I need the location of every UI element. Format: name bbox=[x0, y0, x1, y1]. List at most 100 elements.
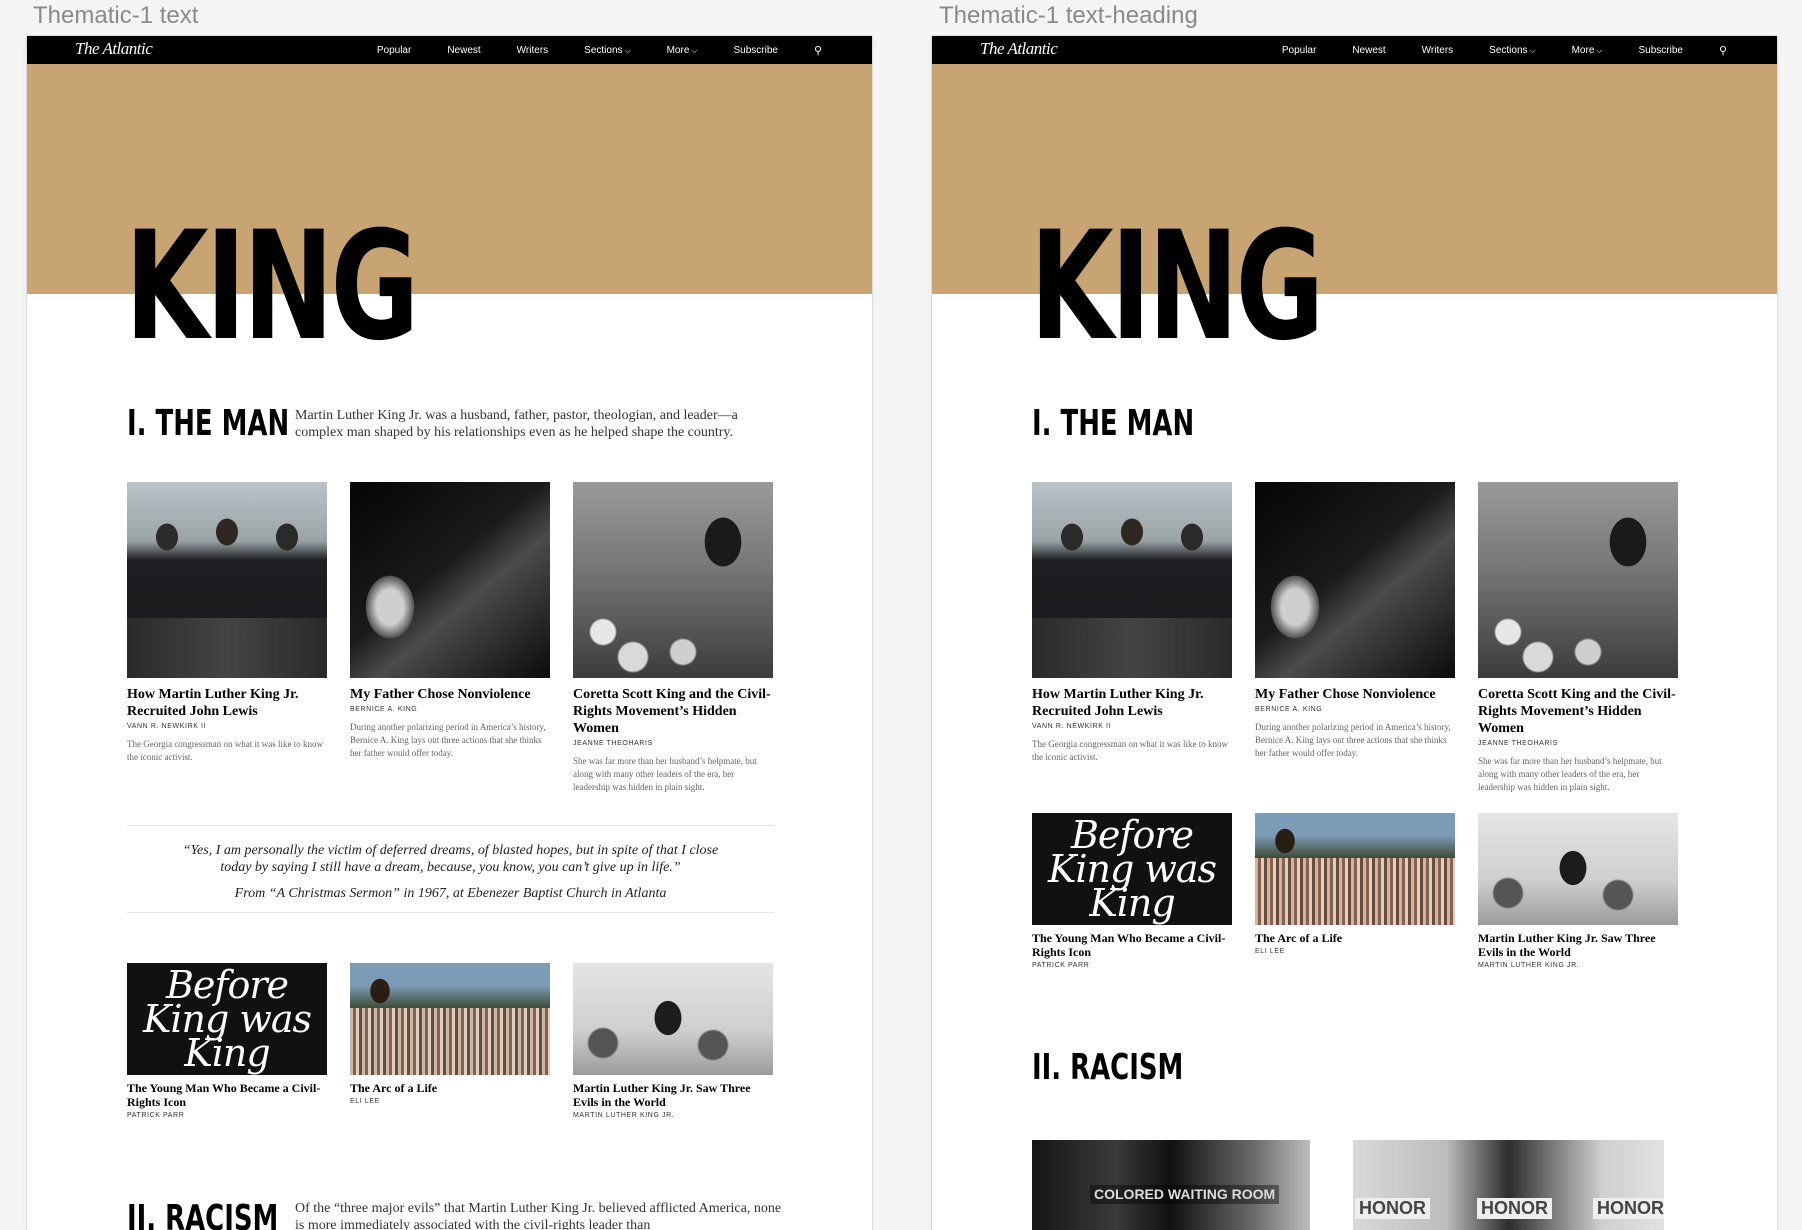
article-byline[interactable]: JEANNE THEOHARIS bbox=[573, 740, 773, 747]
search-icon[interactable]: ⚲ bbox=[814, 44, 822, 57]
nav-more[interactable]: More ⌵ bbox=[1572, 45, 1603, 56]
section-title-the-man: I. THE MAN bbox=[1032, 403, 1195, 444]
article-thumbnail[interactable] bbox=[1255, 813, 1455, 925]
article-title[interactable]: The Arc of a Life bbox=[350, 1081, 550, 1095]
article-title[interactable]: Martin Luther King Jr. Saw Three Evils i… bbox=[1478, 931, 1678, 959]
nav-links: Popular Newest Writers Sections ⌵ More ⌵ S… bbox=[1282, 36, 1727, 64]
article-thumbnail[interactable] bbox=[127, 482, 327, 678]
quote-text: “Yes, I am personally the victim of defe… bbox=[182, 843, 719, 875]
article-dek: She was far more than her husband’s help… bbox=[573, 756, 757, 792]
section-title-racism: II. RACISM bbox=[127, 1198, 279, 1230]
nav-subscribe[interactable]: Subscribe bbox=[1638, 45, 1682, 56]
frame-label: Thematic-1 text-heading bbox=[939, 2, 1198, 29]
article-dek: She was far more than her husband’s help… bbox=[1478, 756, 1662, 792]
top-nav: The Atlantic Popular Newest Writers Sect… bbox=[27, 36, 872, 64]
article-thumbnail[interactable] bbox=[350, 963, 550, 1075]
top-nav: The Atlantic Popular Newest Writers Sect… bbox=[932, 36, 1777, 64]
article-byline[interactable]: VANN R. NEWKIRK II bbox=[1032, 723, 1232, 730]
article-dek: During another polarizing period in Amer… bbox=[1255, 722, 1451, 758]
article-title[interactable]: The Arc of a Life bbox=[1255, 931, 1455, 945]
atlantic-logo[interactable]: The Atlantic bbox=[75, 39, 153, 59]
article-card[interactable]: Coretta Scott King and the Civil-Rights … bbox=[1478, 482, 1678, 794]
nav-sections[interactable]: Sections ⌵ bbox=[1489, 45, 1535, 56]
article-title[interactable]: My Father Chose Nonviolence bbox=[350, 686, 550, 703]
article-card[interactable]: Coretta Scott King and the Civil-Rights … bbox=[573, 482, 773, 794]
hero-title: KING bbox=[125, 200, 419, 374]
nav-more-label: More bbox=[666, 44, 690, 56]
article-thumbnail[interactable] bbox=[1032, 482, 1232, 678]
article-title[interactable]: The Young Man Who Became a Civil-Rights … bbox=[127, 1081, 327, 1109]
article-card[interactable]: Martin Luther King Jr. Saw Three Evils i… bbox=[1478, 813, 1678, 969]
nav-subscribe[interactable]: Subscribe bbox=[733, 45, 777, 56]
article-thumbnail[interactable] bbox=[1478, 813, 1678, 925]
article-title[interactable]: The Young Man Who Became a Civil-Rights … bbox=[1032, 931, 1232, 959]
article-byline[interactable]: PATRICK PARR bbox=[1032, 962, 1232, 969]
nav-sections-label: Sections bbox=[1489, 44, 1528, 56]
article-card[interactable]: Before King was King The Young Man Who B… bbox=[127, 963, 327, 1119]
chevron-down-icon: ⌵ bbox=[1529, 45, 1536, 55]
hero-title: KING bbox=[1030, 200, 1324, 374]
article-thumbnail[interactable] bbox=[573, 963, 773, 1075]
atlantic-logo[interactable]: The Atlantic bbox=[980, 39, 1058, 59]
photo-sign-text: HONOR bbox=[1355, 1198, 1430, 1219]
photo-sign-text: COLORED WAITING ROOM bbox=[1090, 1185, 1280, 1204]
section-intro: Martin Luther King Jr. was a husband, fa… bbox=[295, 408, 738, 440]
article-byline[interactable]: JEANNE THEOHARIS bbox=[1478, 740, 1678, 747]
nav-newest[interactable]: Newest bbox=[1352, 45, 1385, 56]
article-byline[interactable]: VANN R. NEWKIRK II bbox=[127, 723, 327, 730]
article-title[interactable]: My Father Chose Nonviolence bbox=[1255, 686, 1455, 703]
article-title[interactable]: How Martin Luther King Jr. Recruited Joh… bbox=[127, 686, 327, 720]
section-title-racism: II. RACISM bbox=[1032, 1047, 1184, 1088]
pull-quote: “Yes, I am personally the victim of defe… bbox=[127, 825, 774, 913]
thumbnail-lettering: Before King was King bbox=[142, 963, 312, 1075]
article-card[interactable]: Before King was King The Young Man Who B… bbox=[1032, 813, 1232, 969]
article-title[interactable]: Coretta Scott King and the Civil-Rights … bbox=[1478, 686, 1678, 737]
article-byline[interactable]: BERNICE A. KING bbox=[1255, 706, 1455, 713]
article-thumbnail[interactable]: Before King was King bbox=[1032, 813, 1232, 925]
article-dek: The Georgia congressman on what it was l… bbox=[1032, 739, 1229, 762]
chevron-down-icon: ⌵ bbox=[691, 45, 698, 55]
article-byline[interactable]: ELI LEE bbox=[1255, 948, 1455, 955]
article-card[interactable]: My Father Chose Nonviolence BERNICE A. K… bbox=[1255, 482, 1455, 760]
article-thumbnail[interactable] bbox=[1255, 482, 1455, 678]
artboard-text-heading: The Atlantic Popular Newest Writers Sect… bbox=[932, 36, 1777, 1230]
nav-sections[interactable]: Sections ⌵ bbox=[584, 45, 630, 56]
frame-label: Thematic-1 text bbox=[33, 2, 199, 29]
nav-popular[interactable]: Popular bbox=[377, 45, 411, 56]
nav-newest[interactable]: Newest bbox=[447, 45, 480, 56]
thumbnail-lettering: Before King was King bbox=[1047, 813, 1217, 925]
chevron-down-icon: ⌵ bbox=[624, 45, 631, 55]
article-title[interactable]: How Martin Luther King Jr. Recruited Joh… bbox=[1032, 686, 1232, 720]
article-byline[interactable]: PATRICK PARR bbox=[127, 1112, 327, 1119]
article-byline[interactable]: MARTIN LUTHER KING JR. bbox=[573, 1112, 773, 1119]
search-icon[interactable]: ⚲ bbox=[1719, 44, 1727, 57]
article-card[interactable]: How Martin Luther King Jr. Recruited Joh… bbox=[1032, 482, 1232, 764]
article-title[interactable]: Martin Luther King Jr. Saw Three Evils i… bbox=[573, 1081, 773, 1109]
article-card[interactable]: My Father Chose Nonviolence BERNICE A. K… bbox=[350, 482, 550, 760]
section-title-the-man: I. THE MAN bbox=[127, 403, 290, 444]
article-thumbnail[interactable] bbox=[350, 482, 550, 678]
racism-photo[interactable]: COLORED WAITING ROOM bbox=[1032, 1140, 1310, 1230]
article-byline[interactable]: ELI LEE bbox=[350, 1098, 550, 1105]
article-dek: During another polarizing period in Amer… bbox=[350, 722, 546, 758]
article-card[interactable]: How Martin Luther King Jr. Recruited Joh… bbox=[127, 482, 327, 764]
article-title[interactable]: Coretta Scott King and the Civil-Rights … bbox=[573, 686, 773, 737]
section-intro: Of the “three major evils” that Martin L… bbox=[295, 1201, 782, 1230]
article-card[interactable]: Martin Luther King Jr. Saw Three Evils i… bbox=[573, 963, 773, 1119]
racism-photo[interactable]: HONOR HONOR HONOR bbox=[1353, 1140, 1664, 1230]
article-byline[interactable]: BERNICE A. KING bbox=[350, 706, 550, 713]
nav-popular[interactable]: Popular bbox=[1282, 45, 1316, 56]
article-dek: The Georgia congressman on what it was l… bbox=[127, 739, 324, 762]
article-byline[interactable]: MARTIN LUTHER KING JR. bbox=[1478, 962, 1678, 969]
article-thumbnail[interactable] bbox=[573, 482, 773, 678]
article-card[interactable]: The Arc of a Life ELI LEE bbox=[350, 963, 550, 1105]
chevron-down-icon: ⌵ bbox=[1596, 45, 1603, 55]
artboard-text: The Atlantic Popular Newest Writers Sect… bbox=[27, 36, 872, 1230]
nav-writers[interactable]: Writers bbox=[517, 45, 548, 56]
article-card[interactable]: The Arc of a Life ELI LEE bbox=[1255, 813, 1455, 955]
nav-more-label: More bbox=[1571, 44, 1595, 56]
nav-more[interactable]: More ⌵ bbox=[667, 45, 698, 56]
nav-writers[interactable]: Writers bbox=[1422, 45, 1453, 56]
article-thumbnail[interactable]: Before King was King bbox=[127, 963, 327, 1075]
article-thumbnail[interactable] bbox=[1478, 482, 1678, 678]
